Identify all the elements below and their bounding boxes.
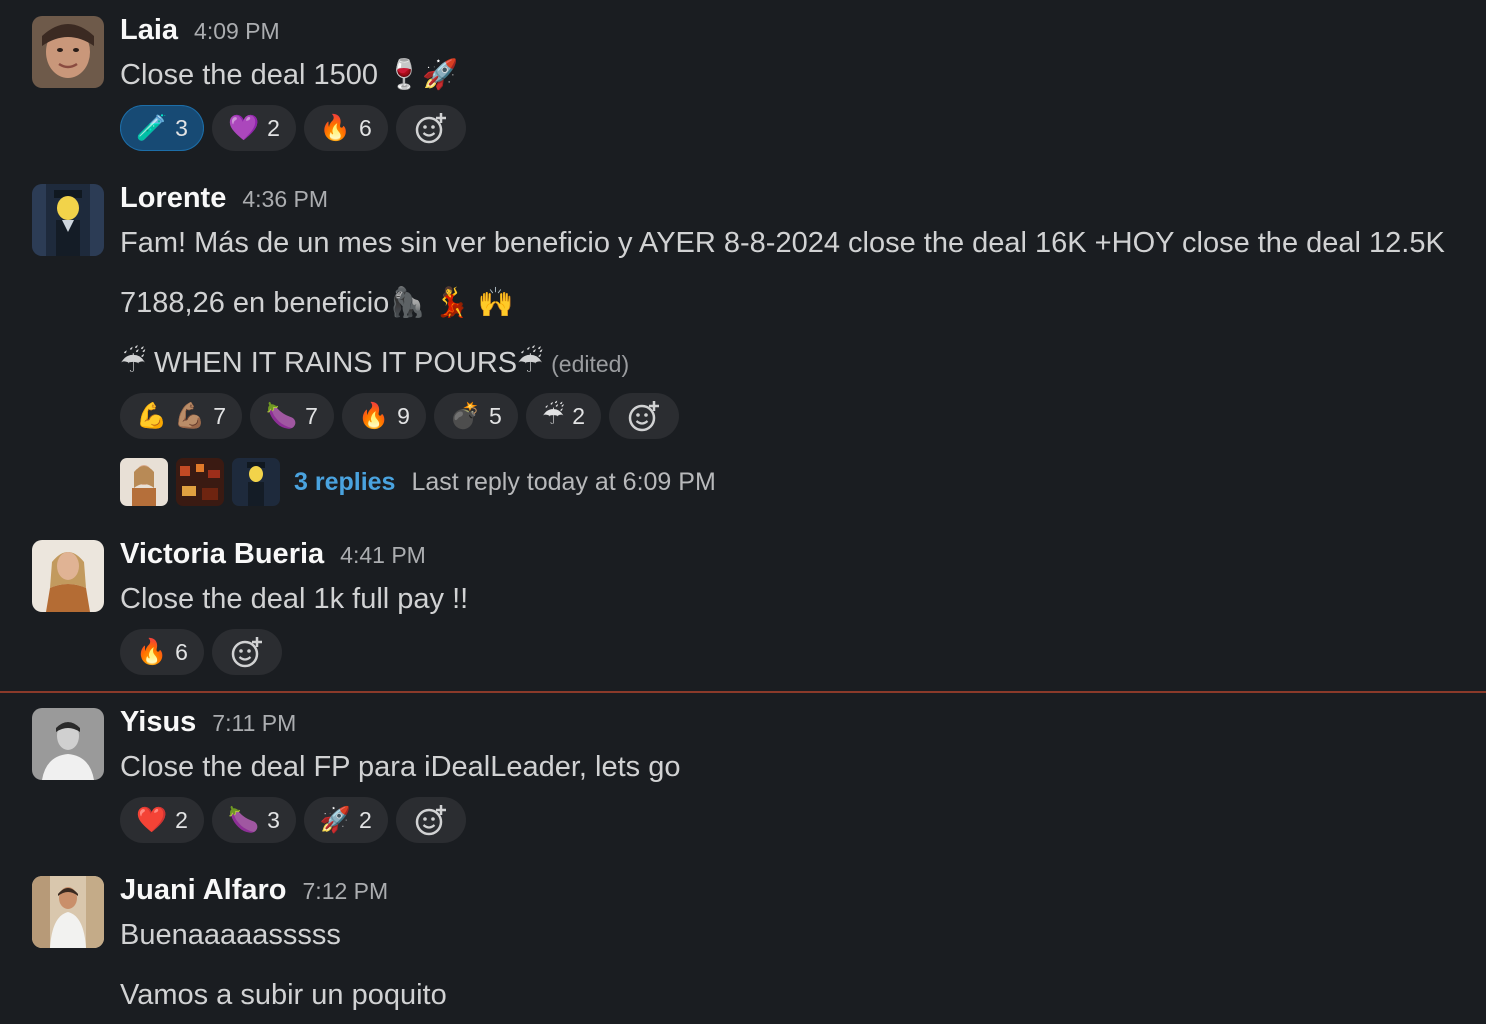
reaction-pill[interactable]: 💜 2 bbox=[211, 105, 296, 151]
author-name[interactable]: Yisus bbox=[120, 706, 196, 739]
reaction-pill[interactable]: 🔥 6 bbox=[120, 629, 204, 675]
timestamp[interactable]: 4:36 PM bbox=[242, 186, 328, 213]
reaction-count: 7 bbox=[305, 402, 318, 429]
add-reaction-button[interactable] bbox=[211, 629, 282, 675]
message-text: Close the deal FP para iDealLeader, lets… bbox=[120, 751, 681, 783]
message-text: Close the deal 1500 🍷🚀 bbox=[120, 59, 459, 91]
reaction-count: 3 bbox=[267, 806, 280, 833]
fire-icon: 🔥 bbox=[136, 637, 168, 666]
add-reaction-button[interactable] bbox=[609, 393, 680, 439]
author-name[interactable]: Lorente bbox=[120, 182, 226, 215]
avatar[interactable] bbox=[32, 16, 104, 88]
fire-icon: 🔥 bbox=[319, 113, 352, 142]
reaction-pill[interactable]: ☔ 2 bbox=[525, 393, 602, 439]
reaction-bar: ❤️ 2 🍆 3 🚀 2 bbox=[120, 797, 466, 843]
test-tube-icon: 🧪 bbox=[136, 113, 168, 142]
reaction-pill[interactable]: 🍆 7 bbox=[250, 393, 334, 439]
reaction-count: 2 bbox=[572, 402, 586, 429]
message-header: Laia 4:09 PM bbox=[120, 14, 280, 50]
replies-link[interactable]: 3 replies bbox=[294, 468, 395, 497]
reaction-pill[interactable]: 💪 💪🏽 7 bbox=[120, 393, 242, 439]
message-text: Fam! Más de un mes sin ver beneficio y A… bbox=[120, 227, 1445, 259]
reply-avatar bbox=[120, 458, 168, 506]
reaction-pill[interactable]: 💣 5 bbox=[433, 393, 518, 439]
avatar[interactable] bbox=[32, 184, 104, 256]
add-reaction-button[interactable] bbox=[395, 797, 466, 843]
message-header: Juani Alfaro 7:12 PM bbox=[120, 874, 388, 910]
author-name[interactable]: Juani Alfaro bbox=[120, 874, 287, 907]
reaction-pill[interactable]: 🔥 6 bbox=[303, 105, 388, 151]
reaction-count: 2 bbox=[175, 806, 188, 833]
reaction-count: 6 bbox=[359, 114, 372, 141]
reaction-pill[interactable]: 🚀 2 bbox=[303, 797, 388, 843]
reaction-pill[interactable]: 🧪 3 bbox=[120, 105, 204, 151]
thread-summary[interactable]: 3 replies Last reply today at 6:09 PM bbox=[120, 458, 716, 506]
reaction-pill[interactable]: 🍆 3 bbox=[211, 797, 296, 843]
timestamp[interactable]: 4:09 PM bbox=[194, 18, 280, 45]
reaction-bar: 💪 💪🏽 7 🍆 7 🔥 9 💣 5 ☔ 2 bbox=[120, 393, 680, 439]
message-text: Close the deal 1k full pay !! bbox=[120, 583, 469, 615]
fire-icon: 🔥 bbox=[357, 401, 390, 430]
add-reaction-icon bbox=[231, 637, 262, 668]
message-text: Vamos a subir un poquito bbox=[120, 979, 447, 1011]
reaction-count: 7 bbox=[213, 402, 226, 429]
last-reply-text: Last reply today at 6:09 PM bbox=[411, 467, 716, 496]
message-feed: Laia 4:09 PM Close the deal 1500 🍷🚀 🧪 3 … bbox=[0, 0, 1486, 1024]
reaction-count: 2 bbox=[267, 114, 280, 141]
timestamp[interactable]: 4:41 PM bbox=[340, 542, 426, 569]
reaction-count: 3 bbox=[175, 114, 188, 141]
reaction-count: 5 bbox=[489, 402, 502, 429]
reaction-count: 2 bbox=[359, 806, 372, 833]
add-reaction-icon bbox=[628, 401, 660, 432]
author-name[interactable]: Victoria Bueria bbox=[120, 538, 324, 571]
reply-avatar bbox=[176, 458, 224, 506]
message-text: Buenaaaaasssss bbox=[120, 919, 341, 951]
avatar[interactable] bbox=[32, 708, 104, 780]
reaction-bar: 🔥 6 bbox=[120, 629, 282, 675]
umbrella-rain-icon: ☔ bbox=[541, 401, 565, 430]
message-header: Lorente 4:36 PM bbox=[120, 182, 328, 218]
author-name[interactable]: Laia bbox=[120, 14, 178, 47]
rocket-icon: 🚀 bbox=[319, 805, 352, 834]
add-reaction-button[interactable] bbox=[395, 105, 466, 151]
message-text-line: ☔ WHEN IT RAINS IT POURS☔ (edited) bbox=[120, 343, 629, 384]
message-header: Yisus 7:11 PM bbox=[120, 706, 296, 742]
red-heart-icon: ❤️ bbox=[136, 805, 168, 834]
add-reaction-icon bbox=[415, 805, 446, 836]
timestamp[interactable]: 7:11 PM bbox=[212, 710, 296, 737]
message-text: 7188,26 en beneficio🦍 💃 🙌 bbox=[120, 287, 514, 319]
new-messages-divider bbox=[0, 691, 1486, 693]
reaction-pill[interactable]: 🔥 9 bbox=[341, 393, 426, 439]
add-reaction-icon bbox=[415, 113, 446, 144]
reaction-count: 6 bbox=[175, 638, 188, 665]
bomb-icon: 💣 bbox=[449, 401, 482, 430]
avatar[interactable] bbox=[32, 540, 104, 612]
flexed-biceps-icon: 💪 💪🏽 bbox=[136, 401, 206, 430]
reaction-count: 9 bbox=[397, 402, 410, 429]
eggplant-icon: 🍆 bbox=[266, 401, 298, 430]
avatar[interactable] bbox=[32, 876, 104, 948]
purple-heart-icon: 💜 bbox=[227, 113, 260, 142]
eggplant-icon: 🍆 bbox=[227, 805, 260, 834]
message-header: Victoria Bueria 4:41 PM bbox=[120, 538, 426, 574]
reaction-bar: 🧪 3 💜 2 🔥 6 bbox=[120, 105, 466, 151]
reply-avatar bbox=[232, 458, 280, 506]
reaction-pill[interactable]: ❤️ 2 bbox=[120, 797, 204, 843]
edited-label: (edited) bbox=[551, 351, 630, 377]
timestamp[interactable]: 7:12 PM bbox=[303, 878, 389, 905]
message-text: ☔ WHEN IT RAINS IT POURS☔ bbox=[120, 347, 544, 379]
